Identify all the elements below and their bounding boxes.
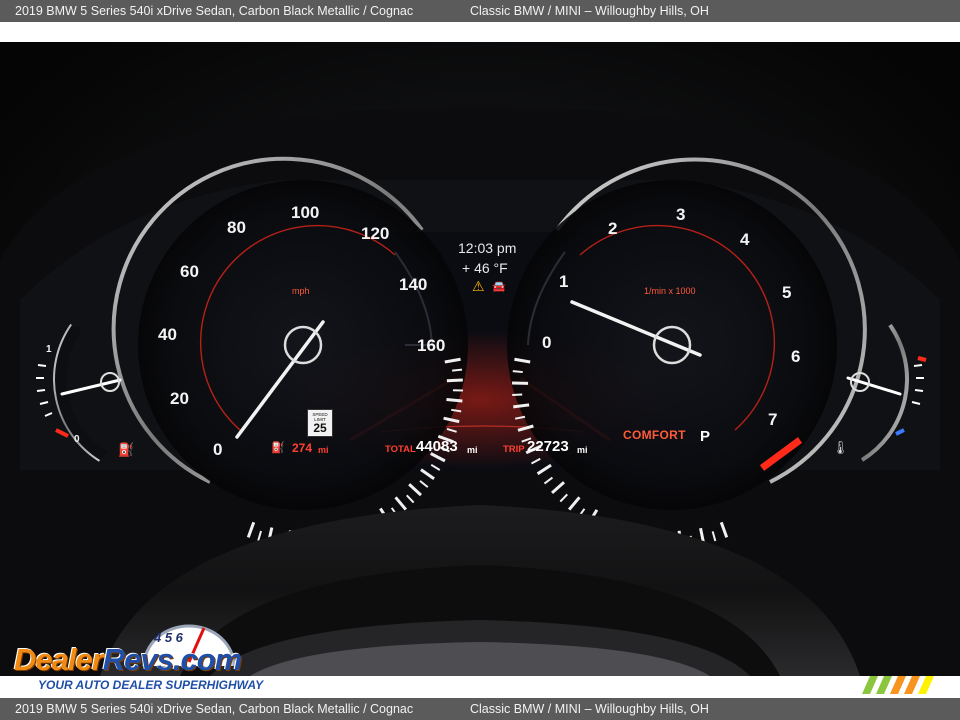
speed-tick-160: 160: [417, 336, 446, 355]
speed-tick-120: 120: [361, 224, 390, 243]
speed-limit-sign: SPEED LIMIT 25: [307, 409, 333, 437]
instrument-cluster-photo: 0 20 40 60 80 100 120 140 160 mph 0 1 2 …: [0, 42, 960, 676]
dial-tick: [512, 370, 523, 374]
speed-tick-100: 100: [291, 203, 320, 222]
car-sensor-icon: 🚘: [492, 281, 506, 293]
fuel-empty-label: 0: [74, 434, 80, 445]
speed-limit-value: 25: [313, 421, 327, 435]
coolant-temp-icon: 🌡: [832, 440, 849, 455]
dial-tick: [513, 403, 530, 409]
fuel-range-icon: ⛽: [271, 442, 285, 454]
tach-tick-0: 0: [542, 333, 552, 352]
top-white-strip: [0, 22, 960, 42]
tach-tick-2: 2: [608, 219, 618, 238]
tach-tick-1: 1: [559, 272, 569, 291]
clock: 12:03 pm: [458, 240, 517, 256]
fuel-full-label: 1: [46, 344, 52, 355]
fuel-range-value: 274: [292, 441, 313, 455]
tach-tick-4: 4: [740, 230, 750, 249]
speed-tick-140: 140: [399, 275, 428, 294]
caption-dealer: Classic BMW / MINI – Willoughby Hills, O…: [470, 4, 709, 18]
speed-tick-60: 60: [180, 262, 199, 281]
dealer-stripes-logo: [862, 676, 934, 694]
total-odometer-value: 44083: [416, 438, 458, 455]
trip-odometer-unit: mi: [577, 445, 588, 455]
dealerrevs-watermark-logo: 4 5 6 DealerRevs.com YOUR AUTO DEALER SU…: [12, 622, 272, 694]
drive-mode: COMFORT: [623, 428, 686, 442]
tach-tick-3: 3: [676, 205, 686, 224]
dealerrevs-tagline: YOUR AUTO DEALER SUPERHIGHWAY: [38, 678, 264, 692]
dial-tick: [446, 378, 463, 383]
tach-tick-7: 7: [768, 410, 778, 429]
bottom-caption-bar: 2019 BMW 5 Series 540i xDrive Sedan, Car…: [0, 698, 960, 720]
total-odometer-label: TOTAL: [385, 444, 416, 455]
tach-tick-5: 5: [782, 283, 792, 302]
tach-tick-6: 6: [791, 347, 801, 366]
speed-unit: mph: [292, 286, 310, 296]
dial-tick: [446, 398, 463, 403]
total-odometer-unit: mi: [467, 445, 478, 455]
tach-unit: 1/min x 1000: [644, 286, 696, 296]
speed-tick-20: 20: [170, 389, 189, 408]
trip-odometer-value: 22723: [527, 438, 569, 455]
fuel-pump-icon: ⛽: [118, 442, 135, 457]
warning-triangle-icon: ⚠: [472, 278, 485, 294]
dial-tick: [451, 368, 463, 372]
speed-tick-40: 40: [158, 325, 177, 344]
trip-odometer-label: TRIP: [503, 444, 525, 455]
cluster-graphic: [0, 42, 960, 676]
speed-tick-80: 80: [227, 218, 246, 237]
outside-temperature: + 46 °F: [462, 260, 508, 276]
dealerrevs-wordmark: DealerRevs.com: [14, 642, 242, 678]
fuel-range-unit: mi: [318, 445, 329, 455]
wordmark-com: .com: [172, 642, 242, 677]
caption-dealer-bottom: Classic BMW / MINI – Willoughby Hills, O…: [470, 702, 709, 716]
caption-model-bottom: 2019 BMW 5 Series 540i xDrive Sedan, Car…: [15, 702, 414, 716]
wordmark-dealer: Dealer: [14, 642, 104, 677]
speed-tick-0: 0: [213, 440, 223, 459]
gear-indicator: P: [700, 428, 711, 445]
caption-model: 2019 BMW 5 Series 540i xDrive Sedan, Car…: [15, 4, 414, 18]
wordmark-revs: Revs: [102, 642, 174, 677]
top-caption-bar: 2019 BMW 5 Series 540i xDrive Sedan, Car…: [0, 0, 960, 22]
